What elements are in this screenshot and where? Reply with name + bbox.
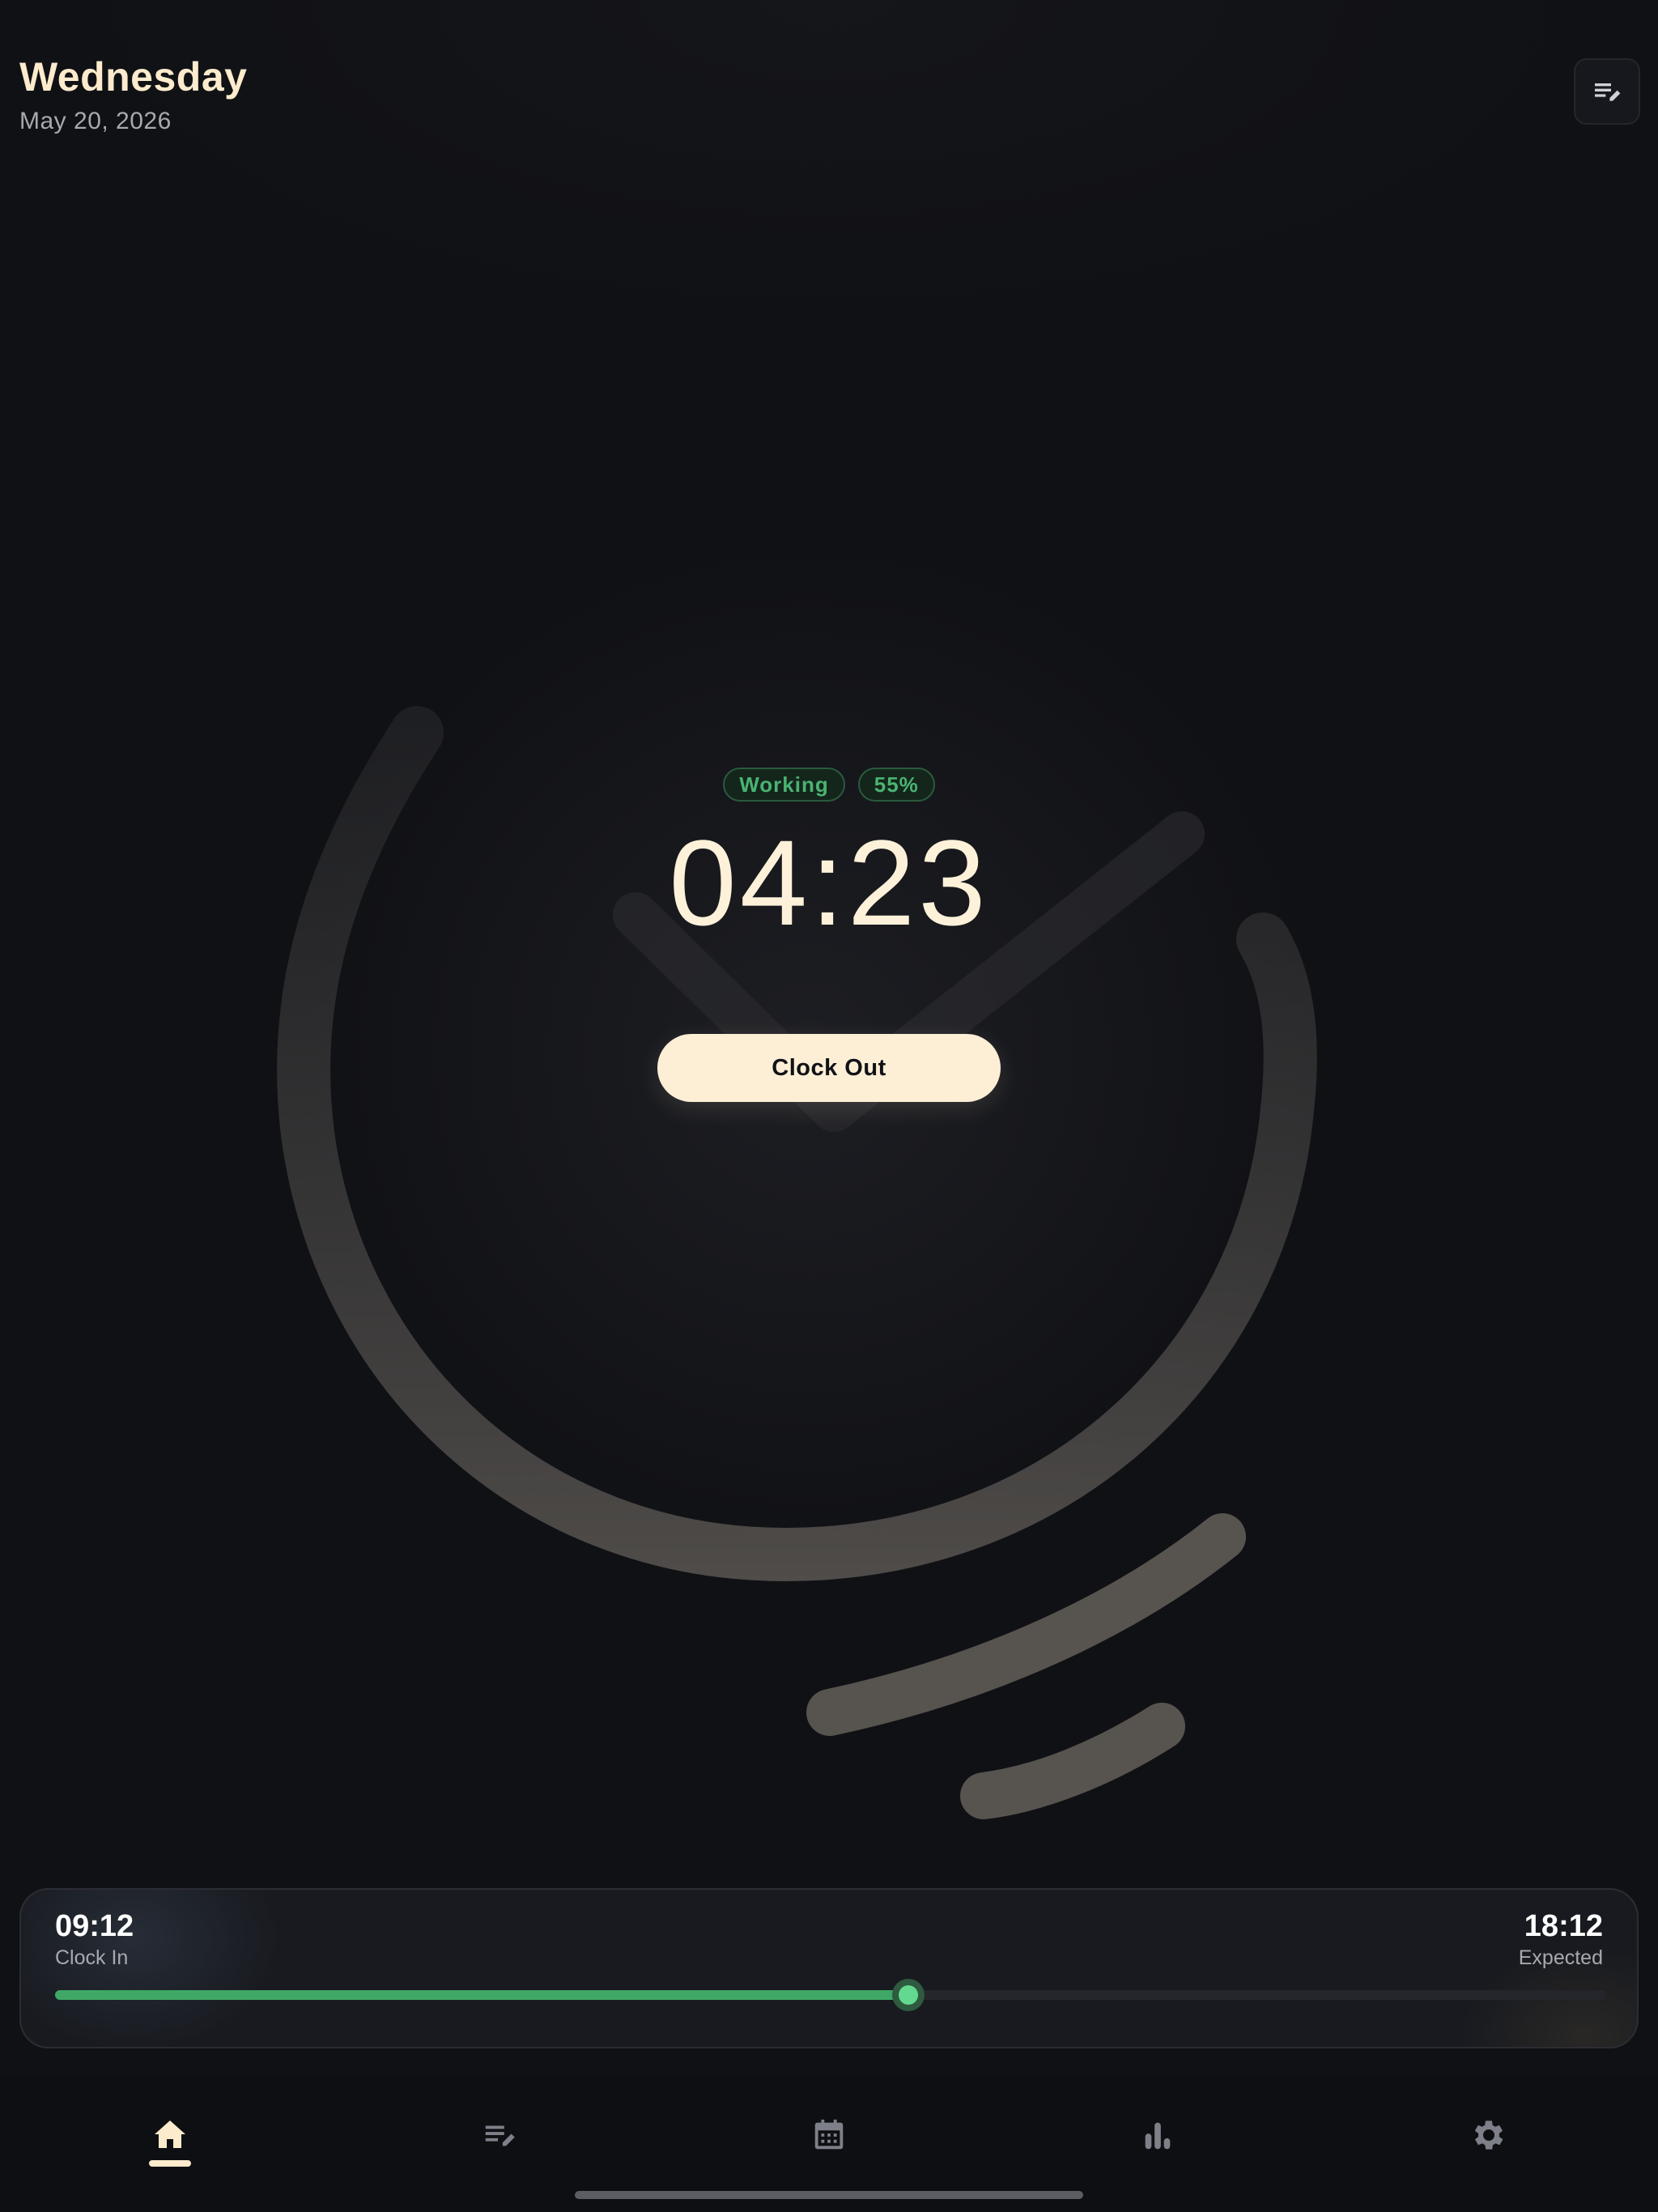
shift-progress-fill [55,1990,908,2000]
home-icon [155,2121,185,2148]
date-subtitle: May 20, 2026 [19,108,172,134]
edit-notes-icon [1595,83,1621,101]
shift-progress-card: 09:12 Clock In 18:12 Expected [19,1888,1639,2048]
clock-out-button[interactable]: Clock Out [657,1034,1001,1102]
clock-in-label: Clock In [55,1946,129,1969]
nav-item-home[interactable] [142,2107,198,2163]
nav-item-entries[interactable] [471,2107,528,2163]
calendar-icon [814,2119,844,2150]
clock-check-illustration [277,706,1317,1819]
bar-chart-icon [1145,2122,1171,2150]
bottom-nav [0,2074,1658,2212]
edit-notes-icon [485,2125,515,2146]
nav-item-calendar[interactable] [801,2107,857,2163]
expected-label: Expected [1518,1946,1603,1969]
elapsed-timer: 04:23 [669,815,989,951]
page-title: Wednesday [19,54,248,100]
gear-icon [1474,2121,1503,2150]
nav-item-stats[interactable] [1129,2107,1186,2163]
shift-progress-thumb-dot [898,1985,918,2005]
working-status-badge: Working [723,768,845,802]
edit-entries-button[interactable] [1574,58,1640,125]
expected-time: 18:12 [1524,1909,1603,1943]
progress-percent-badge: 55% [857,768,935,802]
clock-in-time: 09:12 [55,1909,134,1943]
nav-active-indicator [149,2160,191,2167]
shift-progress-track [55,1979,1606,2011]
shift-progress-thumb [891,1979,925,2011]
status-badges: Working 55% [0,768,1658,802]
nav-item-settings[interactable] [1459,2107,1516,2163]
home-indicator-bar [575,2191,1083,2199]
